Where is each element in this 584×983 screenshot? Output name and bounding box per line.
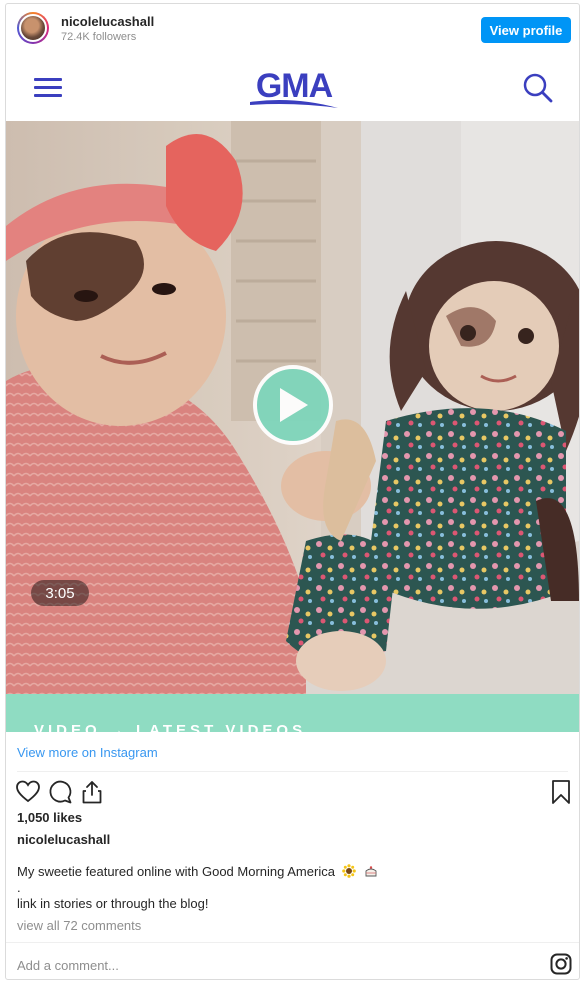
- avatar[interactable]: [17, 12, 49, 44]
- view-comments-link[interactable]: view all 72 comments: [17, 918, 141, 933]
- add-comment-input[interactable]: Add a comment...: [17, 958, 119, 973]
- bookmark-icon[interactable]: [548, 779, 574, 805]
- divider: [17, 771, 568, 772]
- caption-line-2: .: [17, 880, 21, 895]
- caption-username[interactable]: nicolelucashall: [17, 832, 110, 847]
- caption-line-1: My sweetie featured online with Good Mor…: [17, 864, 335, 879]
- instagram-icon[interactable]: [550, 953, 572, 975]
- action-bar: [6, 779, 579, 809]
- follower-count: 72.4K followers: [61, 31, 137, 43]
- avatar-image: [19, 14, 47, 42]
- gma-logo: GMA: [250, 67, 338, 108]
- share-icon[interactable]: [79, 779, 105, 805]
- play-icon: [280, 388, 308, 422]
- heart-icon[interactable]: [15, 779, 41, 805]
- search-icon: [523, 73, 553, 103]
- caption-line-3: link in stories or through the blog!: [17, 896, 209, 911]
- instagram-embed: nicolelucashall 72.4K followers View pro…: [5, 3, 580, 980]
- post-header: nicolelucashall 72.4K followers View pro…: [6, 4, 579, 54]
- post-media[interactable]: GMA 3:05 VIDEO → LATEST VIDEOS: [6, 54, 579, 732]
- comment-icon[interactable]: [47, 779, 73, 805]
- view-profile-button[interactable]: View profile: [481, 17, 571, 43]
- video-duration: 3:05: [31, 580, 89, 606]
- hamburger-icon: [34, 78, 62, 98]
- video-category-text: VIDEO → LATEST VIDEOS: [34, 722, 307, 732]
- play-button[interactable]: [253, 365, 333, 445]
- like-count[interactable]: 1,050 likes: [17, 810, 82, 825]
- post-caption: My sweetie featured online with Good Mor…: [17, 864, 567, 912]
- sunflower-emoji-icon: [341, 864, 356, 878]
- gma-header-bar: GMA: [6, 54, 579, 121]
- header-username[interactable]: nicolelucashall: [61, 14, 154, 29]
- cake-emoji-icon: [365, 866, 377, 877]
- comment-bar: Add a comment...: [6, 942, 579, 979]
- view-more-link[interactable]: View more on Instagram: [17, 745, 158, 760]
- video-category-strip: VIDEO → LATEST VIDEOS: [6, 694, 579, 732]
- gma-logo-text: GMA: [256, 67, 333, 105]
